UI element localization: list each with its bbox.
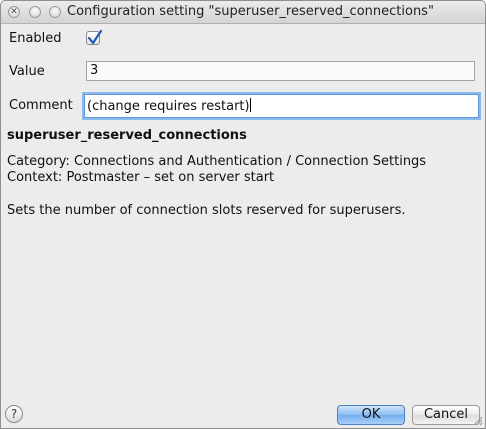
- maximize-window-button[interactable]: [49, 6, 61, 18]
- dialog-window: ✕ Configuration setting "superuser_reser…: [0, 0, 486, 429]
- ok-button[interactable]: OK: [337, 405, 405, 425]
- cancel-button-label: Cancel: [423, 407, 469, 422]
- window-title: Configuration setting "superuser_reserve…: [67, 4, 434, 19]
- value-label: Value: [9, 64, 45, 79]
- comment-label: Comment: [9, 98, 73, 113]
- help-button[interactable]: ?: [5, 405, 23, 423]
- category-text: Category: Connections and Authentication…: [7, 154, 427, 169]
- enabled-label: Enabled: [9, 31, 62, 46]
- comment-input[interactable]: (change requires restart): [84, 94, 479, 118]
- comment-input-text: (change requires restart): [87, 99, 250, 114]
- minimize-window-button[interactable]: [29, 6, 41, 18]
- description-text: Sets the number of connection slots rese…: [7, 203, 406, 218]
- resize-grip-icon[interactable]: [473, 416, 483, 426]
- close-icon: ✕: [10, 7, 18, 17]
- parameter-name: superuser_reserved_connections: [7, 128, 247, 143]
- value-input-text: 3: [90, 63, 99, 78]
- title-bar[interactable]: ✕ Configuration setting "superuser_reser…: [1, 1, 485, 24]
- checkmark-icon: [87, 29, 103, 45]
- close-window-button[interactable]: ✕: [8, 6, 20, 18]
- text-caret: [249, 98, 251, 112]
- value-input[interactable]: 3: [86, 61, 475, 81]
- cancel-button[interactable]: Cancel: [412, 405, 480, 425]
- context-text: Context: Postmaster – set on server star…: [7, 170, 275, 185]
- enabled-checkbox[interactable]: [86, 29, 103, 45]
- ok-button-label: OK: [361, 407, 381, 422]
- help-icon: ?: [10, 407, 18, 421]
